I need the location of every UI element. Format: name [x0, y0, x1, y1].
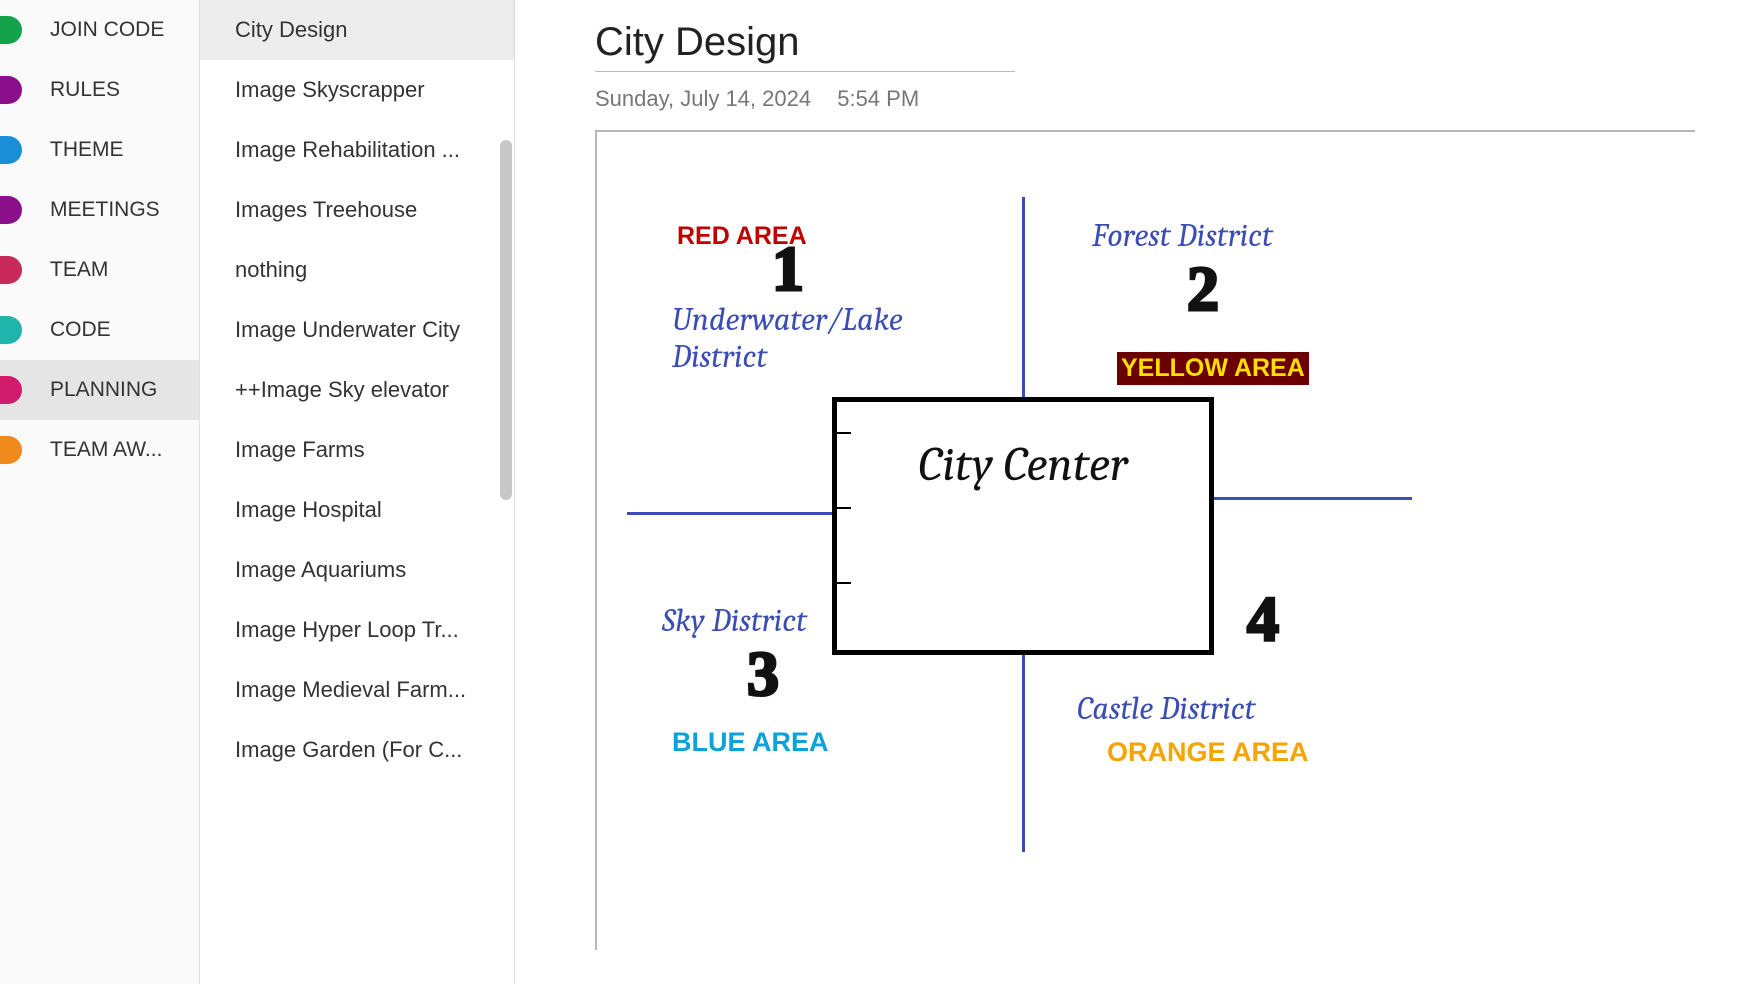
page-list: City Design Image Skyscrapper Image Reha… [200, 0, 515, 984]
page-item[interactable]: Image Farms [200, 420, 514, 480]
page-item-label: ++Image Sky elevator [235, 377, 449, 403]
section-label: PLANNING [50, 378, 157, 402]
page-item-label: Image Underwater City [235, 317, 460, 343]
section-tab-team-aw[interactable]: TEAM AW... [0, 420, 199, 480]
section-color-swatch [0, 256, 22, 284]
page-item[interactable]: nothing [200, 240, 514, 300]
page-item-label: Image Garden (For C... [235, 737, 462, 763]
page-item[interactable]: Image Aquariums [200, 540, 514, 600]
city-center-label: City Center [918, 437, 1128, 492]
page-item-city-design[interactable]: City Design [200, 0, 514, 60]
page-item-label: Image Farms [235, 437, 365, 463]
area-label-orange: ORANGE AREA [1107, 737, 1309, 768]
section-label: JOIN CODE [50, 18, 164, 42]
page-item-label: Image Hyper Loop Tr... [235, 617, 459, 643]
ink-number-2: 2 [1187, 252, 1219, 326]
main-canvas[interactable]: City Design Sunday, July 14, 2024 5:54 P… [515, 0, 1749, 984]
section-color-swatch [0, 316, 22, 344]
district-label-underwater: Underwater/Lake District [672, 302, 972, 376]
box-tick [835, 432, 851, 434]
page-item[interactable]: ++Image Sky elevator [200, 360, 514, 420]
page-title[interactable]: City Design [595, 20, 1015, 72]
pages-scrollbar[interactable] [500, 140, 512, 500]
city-center-box: City Center [832, 397, 1214, 655]
section-label: TEAM [50, 258, 108, 282]
section-color-swatch [0, 136, 22, 164]
box-tick [835, 507, 851, 509]
page-item[interactable]: Image Hospital [200, 480, 514, 540]
section-tab-team[interactable]: TEAM [0, 240, 199, 300]
section-color-swatch [0, 436, 22, 464]
section-tab-meetings[interactable]: MEETINGS [0, 180, 199, 240]
district-label-forest: Forest District [1092, 217, 1273, 254]
page-date: Sunday, July 14, 2024 [595, 86, 811, 111]
page-item[interactable]: Image Hyper Loop Tr... [200, 600, 514, 660]
page-item-label: Image Aquariums [235, 557, 406, 583]
district-label-castle: Castle District [1077, 690, 1256, 727]
app-root: JOIN CODE RULES THEME MEETINGS TEAM CODE… [0, 0, 1749, 984]
page-item-label: Image Rehabilitation ... [235, 137, 460, 163]
section-label: TEAM AW... [50, 438, 162, 462]
section-label: THEME [50, 138, 124, 162]
section-color-swatch [0, 376, 22, 404]
page-item[interactable]: Image Medieval Farm... [200, 660, 514, 720]
page-item[interactable]: Image Skyscrapper [200, 60, 514, 120]
page-item[interactable]: Image Garden (For C... [200, 720, 514, 780]
page-item-label: City Design [235, 17, 347, 43]
page-item-label: Image Medieval Farm... [235, 677, 466, 703]
section-tab-rules[interactable]: RULES [0, 60, 199, 120]
page-item[interactable]: Image Underwater City [200, 300, 514, 360]
ink-number-4: 4 [1247, 582, 1279, 656]
section-color-swatch [0, 76, 22, 104]
box-tick [835, 582, 851, 584]
page-time: 5:54 PM [837, 86, 919, 111]
section-tab-planning[interactable]: PLANNING [0, 360, 199, 420]
grid-line-vertical [1022, 652, 1025, 852]
grid-line-vertical [1022, 197, 1025, 397]
section-label: RULES [50, 78, 120, 102]
page-meta: Sunday, July 14, 2024 5:54 PM [595, 86, 1749, 112]
section-color-swatch [0, 196, 22, 224]
page-item-label: nothing [235, 257, 307, 283]
area-label-blue: BLUE AREA [672, 727, 829, 758]
district-label-sky: Sky District [662, 602, 807, 639]
section-label: CODE [50, 318, 111, 342]
page-item-label: Images Treehouse [235, 197, 417, 223]
section-label: MEETINGS [50, 198, 160, 222]
grid-line-horizontal [627, 512, 837, 515]
page-item[interactable]: Image Rehabilitation ... [200, 120, 514, 180]
section-tabs: JOIN CODE RULES THEME MEETINGS TEAM CODE… [0, 0, 200, 984]
ink-number-3: 3 [747, 637, 779, 711]
section-tab-theme[interactable]: THEME [0, 120, 199, 180]
section-tab-code[interactable]: CODE [0, 300, 199, 360]
note-canvas[interactable]: RED AREA 1 Underwater/Lake District Fore… [595, 130, 1695, 950]
area-label-yellow: YELLOW AREA [1117, 352, 1309, 385]
section-tab-join-code[interactable]: JOIN CODE [0, 0, 199, 60]
page-item-label: Image Hospital [235, 497, 382, 523]
page-item-label: Image Skyscrapper [235, 77, 425, 103]
ink-number-1: 1 [772, 232, 804, 306]
grid-line-horizontal [1212, 497, 1412, 500]
section-color-swatch [0, 16, 22, 44]
page-item[interactable]: Images Treehouse [200, 180, 514, 240]
